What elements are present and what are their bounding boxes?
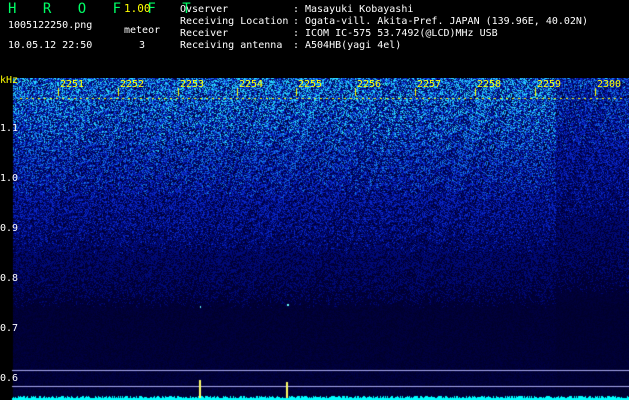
receiver-colon: : [293, 28, 300, 39]
location-colon: : [293, 16, 300, 27]
app-title: H R O F F T [8, 1, 200, 17]
capture-datetime: 10.05.12 22:50 [8, 40, 93, 51]
minute-tick-label: 2253 [180, 79, 205, 90]
antenna-value: A504HB(yagi 4el) [305, 40, 402, 51]
freq-unit-label: kHz [0, 75, 19, 86]
freq-tick-label: 0.9 [0, 223, 19, 234]
freq-tick-label: 0.7 [0, 323, 19, 334]
meteor-count: 3 [139, 40, 146, 51]
image-filename: 1005122250.png [8, 20, 93, 31]
observer-colon: : [293, 4, 300, 15]
receiver-key: Receiver [180, 28, 229, 39]
minute-tick-label: 2259 [537, 79, 562, 90]
observer-value: Masayuki Kobayashi [305, 4, 414, 15]
receiver-value: ICOM IC-575 53.7492(@LCD)MHz USB [305, 28, 498, 39]
minute-tick-label: 2258 [477, 79, 502, 90]
meteor-label: meteor [124, 25, 161, 36]
freq-tick-label: 1.0 [0, 173, 19, 184]
minute-tick-label: 2257 [417, 79, 442, 90]
location-key: Receiving Location [180, 16, 289, 27]
freq-tick-label: 0.6 [0, 373, 19, 384]
minute-tick-label: 2254 [239, 79, 264, 90]
spectrogram-canvas [0, 78, 629, 400]
minute-tick-label: 2251 [60, 79, 85, 90]
location-value: Ogata-vill. Akita-Pref. JAPAN (139.96E, … [305, 16, 588, 27]
freq-tick-label: 0.8 [0, 273, 19, 284]
header-panel: H R O F F T 1.00 1005122250.png 10.05.12… [0, 0, 629, 78]
minute-tick-label: 2256 [357, 79, 382, 90]
antenna-colon: : [293, 40, 300, 51]
freq-tick-label: 1.1 [0, 123, 19, 134]
minute-tick-label: 2252 [120, 79, 145, 90]
observer-key: Ovserver [180, 4, 229, 15]
app-version: 1.00 [124, 2, 151, 15]
minute-tick-label: 2300 [597, 79, 622, 90]
antenna-key: Receiving antenna [180, 40, 283, 51]
minute-tick-label: 2255 [298, 79, 323, 90]
